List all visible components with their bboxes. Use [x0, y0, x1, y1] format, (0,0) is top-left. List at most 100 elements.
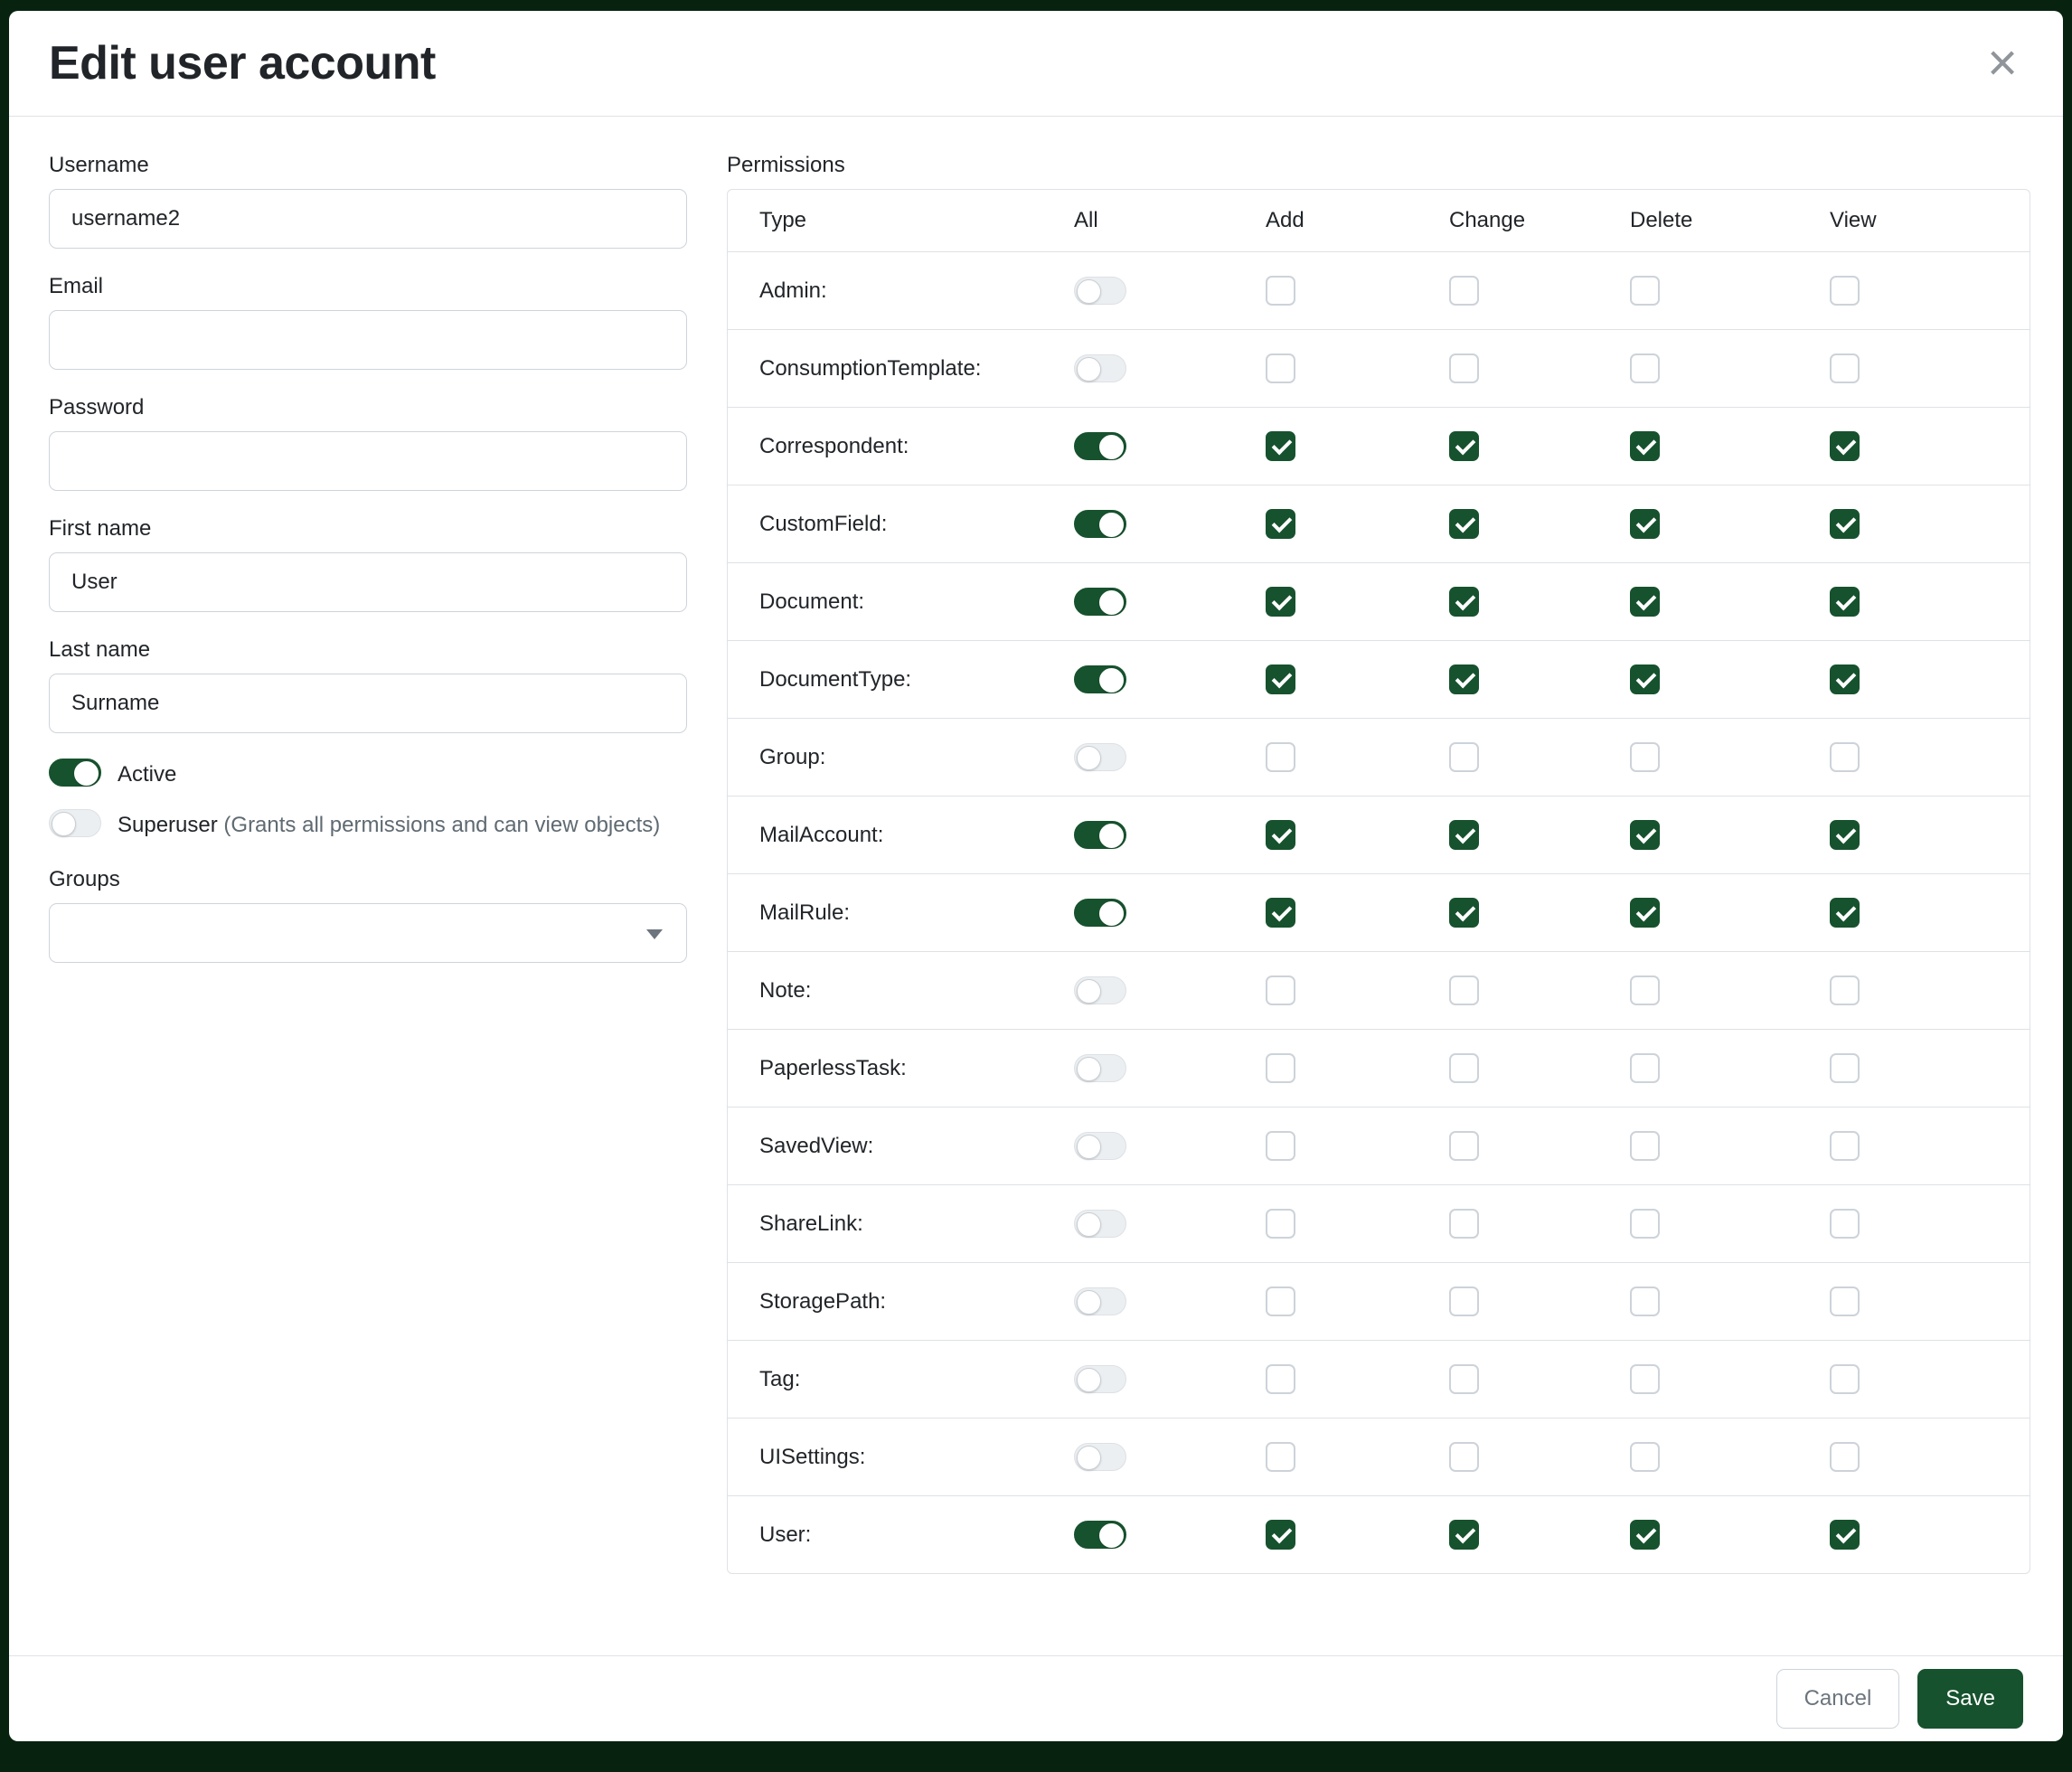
permission-all-toggle[interactable]: [1074, 1054, 1126, 1082]
superuser-toggle[interactable]: [49, 809, 101, 837]
permission-change-checkbox[interactable]: [1449, 820, 1479, 850]
permission-delete-checkbox[interactable]: [1630, 1053, 1660, 1083]
permission-view-checkbox[interactable]: [1830, 976, 1860, 1005]
permission-delete-checkbox[interactable]: [1630, 1287, 1660, 1316]
permission-all-toggle[interactable]: [1074, 1132, 1126, 1160]
active-toggle[interactable]: [49, 759, 101, 787]
permission-change-checkbox[interactable]: [1449, 509, 1479, 539]
permission-delete-checkbox[interactable]: [1630, 1209, 1660, 1239]
permission-add-checkbox[interactable]: [1266, 509, 1295, 539]
permission-type-label: ConsumptionTemplate:: [759, 356, 981, 382]
permission-add-checkbox[interactable]: [1266, 1364, 1295, 1394]
email-input[interactable]: [49, 310, 687, 370]
permission-delete-checkbox[interactable]: [1630, 276, 1660, 306]
permission-view-checkbox[interactable]: [1830, 820, 1860, 850]
close-icon[interactable]: ×: [1982, 42, 2023, 84]
permission-view-checkbox[interactable]: [1830, 1131, 1860, 1161]
permission-delete-checkbox[interactable]: [1630, 1364, 1660, 1394]
permission-change-checkbox[interactable]: [1449, 1209, 1479, 1239]
password-input[interactable]: [49, 431, 687, 491]
permission-view-checkbox[interactable]: [1830, 664, 1860, 694]
permission-delete-checkbox[interactable]: [1630, 509, 1660, 539]
permission-all-toggle[interactable]: [1074, 976, 1126, 1004]
permission-change-checkbox[interactable]: [1449, 1364, 1479, 1394]
permission-all-toggle[interactable]: [1074, 432, 1126, 460]
permission-add-checkbox[interactable]: [1266, 1520, 1295, 1550]
permission-change-checkbox[interactable]: [1449, 664, 1479, 694]
permission-add-checkbox[interactable]: [1266, 1131, 1295, 1161]
permission-type-label: Tag:: [759, 1367, 800, 1392]
permission-add-checkbox[interactable]: [1266, 742, 1295, 772]
permission-all-toggle[interactable]: [1074, 277, 1126, 305]
permission-delete-checkbox[interactable]: [1630, 976, 1660, 1005]
permission-add-checkbox[interactable]: [1266, 898, 1295, 928]
permission-change-checkbox[interactable]: [1449, 1287, 1479, 1316]
permission-change-checkbox[interactable]: [1449, 276, 1479, 306]
permission-all-toggle[interactable]: [1074, 354, 1126, 382]
permission-view-checkbox[interactable]: [1830, 1364, 1860, 1394]
permission-change-checkbox[interactable]: [1449, 1131, 1479, 1161]
permission-all-toggle[interactable]: [1074, 743, 1126, 771]
permission-change-checkbox[interactable]: [1449, 1520, 1479, 1550]
permission-view-checkbox[interactable]: [1830, 1209, 1860, 1239]
permission-delete-checkbox[interactable]: [1630, 1520, 1660, 1550]
permission-add-checkbox[interactable]: [1266, 353, 1295, 383]
permission-all-toggle[interactable]: [1074, 1521, 1126, 1549]
permission-view-checkbox[interactable]: [1830, 276, 1860, 306]
permission-all-toggle[interactable]: [1074, 588, 1126, 616]
permission-all-toggle[interactable]: [1074, 665, 1126, 693]
permission-all-toggle[interactable]: [1074, 510, 1126, 538]
permission-delete-checkbox[interactable]: [1630, 1131, 1660, 1161]
permission-change-checkbox[interactable]: [1449, 898, 1479, 928]
permission-all-toggle[interactable]: [1074, 1365, 1126, 1393]
permission-add-checkbox[interactable]: [1266, 431, 1295, 461]
permission-add-checkbox[interactable]: [1266, 587, 1295, 617]
username-input[interactable]: [49, 189, 687, 249]
permission-view-checkbox[interactable]: [1830, 898, 1860, 928]
cancel-button[interactable]: Cancel: [1776, 1669, 1900, 1729]
permission-view-checkbox[interactable]: [1830, 587, 1860, 617]
permission-add-checkbox[interactable]: [1266, 276, 1295, 306]
permission-change-checkbox[interactable]: [1449, 1053, 1479, 1083]
permission-add-checkbox[interactable]: [1266, 976, 1295, 1005]
permission-add-checkbox[interactable]: [1266, 664, 1295, 694]
permission-view-checkbox[interactable]: [1830, 353, 1860, 383]
first-name-input[interactable]: [49, 552, 687, 612]
permission-delete-checkbox[interactable]: [1630, 898, 1660, 928]
permission-view-checkbox[interactable]: [1830, 1053, 1860, 1083]
permission-add-checkbox[interactable]: [1266, 1442, 1295, 1472]
permission-delete-checkbox[interactable]: [1630, 820, 1660, 850]
permission-add-checkbox[interactable]: [1266, 1053, 1295, 1083]
permission-all-toggle[interactable]: [1074, 899, 1126, 927]
permission-add-checkbox[interactable]: [1266, 820, 1295, 850]
save-button[interactable]: Save: [1917, 1669, 2023, 1729]
permission-delete-checkbox[interactable]: [1630, 1442, 1660, 1472]
permission-view-checkbox[interactable]: [1830, 1442, 1860, 1472]
permission-view-checkbox[interactable]: [1830, 742, 1860, 772]
permission-change-checkbox[interactable]: [1449, 353, 1479, 383]
permission-delete-checkbox[interactable]: [1630, 431, 1660, 461]
permission-all-toggle[interactable]: [1074, 1287, 1126, 1315]
permission-row: CustomField:: [728, 485, 2030, 562]
permission-all-toggle[interactable]: [1074, 1443, 1126, 1471]
permission-change-checkbox[interactable]: [1449, 587, 1479, 617]
col-header-change: Change: [1449, 208, 1630, 233]
permission-all-toggle[interactable]: [1074, 821, 1126, 849]
permission-change-checkbox[interactable]: [1449, 431, 1479, 461]
permission-view-checkbox[interactable]: [1830, 1287, 1860, 1316]
permission-view-checkbox[interactable]: [1830, 431, 1860, 461]
permission-delete-checkbox[interactable]: [1630, 742, 1660, 772]
permission-delete-checkbox[interactable]: [1630, 353, 1660, 383]
permission-change-checkbox[interactable]: [1449, 1442, 1479, 1472]
permission-change-checkbox[interactable]: [1449, 976, 1479, 1005]
permission-view-checkbox[interactable]: [1830, 1520, 1860, 1550]
groups-select[interactable]: [49, 903, 687, 963]
permission-delete-checkbox[interactable]: [1630, 664, 1660, 694]
permission-view-checkbox[interactable]: [1830, 509, 1860, 539]
permission-add-checkbox[interactable]: [1266, 1287, 1295, 1316]
permission-all-toggle[interactable]: [1074, 1210, 1126, 1238]
last-name-input[interactable]: [49, 674, 687, 733]
permission-delete-checkbox[interactable]: [1630, 587, 1660, 617]
permission-change-checkbox[interactable]: [1449, 742, 1479, 772]
permission-add-checkbox[interactable]: [1266, 1209, 1295, 1239]
